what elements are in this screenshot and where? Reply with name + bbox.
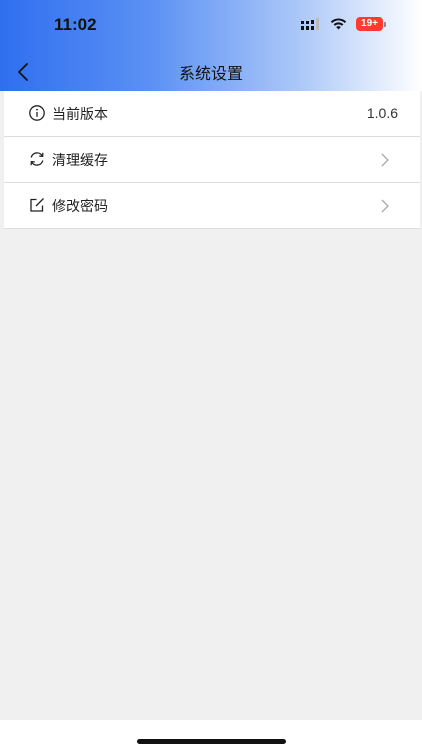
settings-item-label: 修改密码 <box>52 199 108 215</box>
version-value: 1.0.6 <box>366 105 398 121</box>
home-indicator[interactable] <box>137 739 286 744</box>
battery-tip <box>384 21 386 27</box>
signal-icon <box>301 18 319 30</box>
status-icons: 19+ <box>301 17 386 31</box>
settings-item-clear-cache[interactable]: 清理缓存 <box>4 137 420 183</box>
settings-item-version: 当前版本 1.0.6 <box>4 91 420 137</box>
page-title: 系统设置 <box>178 64 243 83</box>
settings-item-change-password[interactable]: 修改密码 <box>4 183 420 229</box>
wifi-icon <box>330 18 347 30</box>
settings-item-label: 当前版本 <box>52 107 108 123</box>
battery-level: 19+ <box>356 17 383 31</box>
chevron-right-icon <box>381 153 389 167</box>
edit-icon <box>30 198 44 212</box>
chevron-right-icon <box>381 199 389 213</box>
settings-item-label: 清理缓存 <box>52 153 108 169</box>
battery-icon: 19+ <box>356 17 386 31</box>
bottom-safe-area <box>0 720 422 750</box>
settings-list: 当前版本 1.0.6 清理缓存 修改密码 <box>4 91 420 229</box>
refresh-icon <box>30 152 44 166</box>
header: 11:02 19+ 系统设置 <box>0 0 422 91</box>
info-icon <box>29 105 45 121</box>
status-time: 11:02 <box>54 15 97 34</box>
